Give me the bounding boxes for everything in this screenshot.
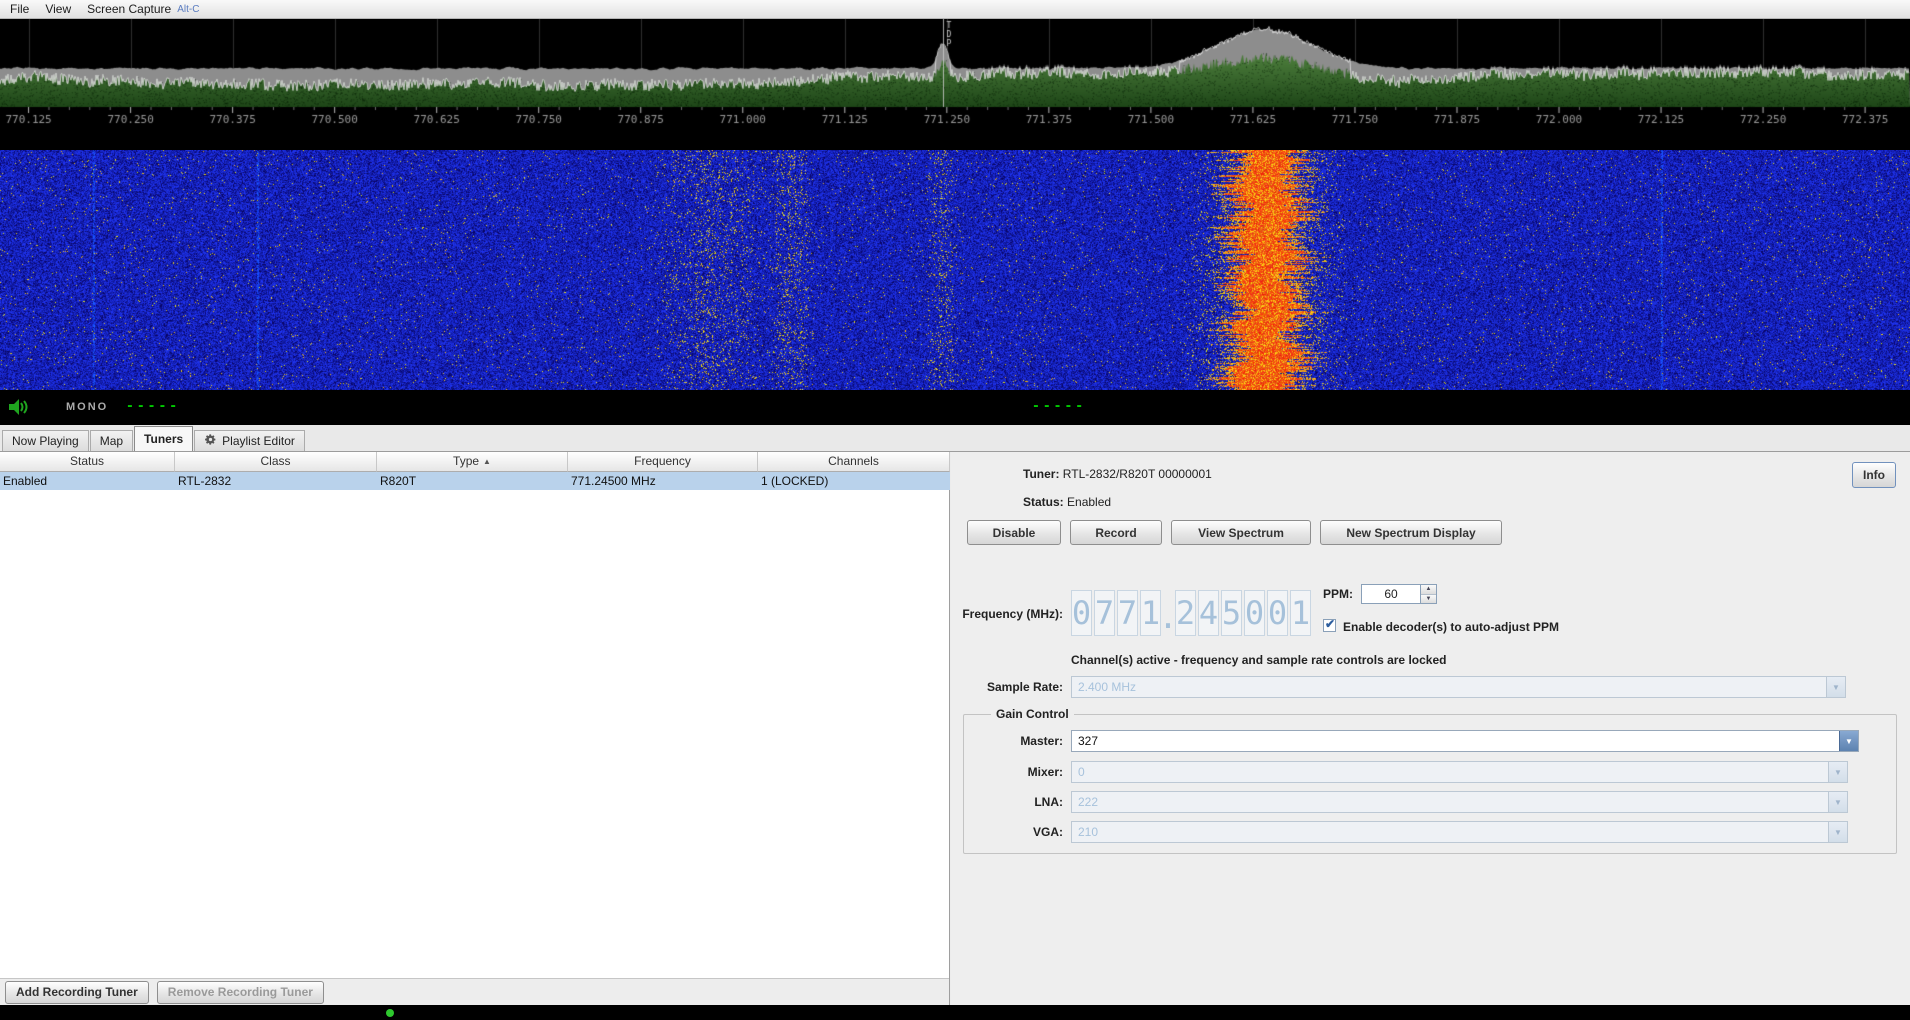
lna-gain-label: LNA: bbox=[1034, 795, 1063, 809]
vga-gain-combo[interactable]: 210 ▼ bbox=[1071, 821, 1848, 843]
vga-gain-value: 210 bbox=[1078, 825, 1099, 839]
tab-now-playing[interactable]: Now Playing bbox=[2, 430, 89, 451]
tuner-status-line: Status: Enabled bbox=[1023, 495, 1111, 509]
checkmark-icon: ✔ bbox=[1325, 617, 1336, 631]
gain-control-group-label: Gain Control bbox=[991, 707, 1074, 721]
audio-meter-right: ----- bbox=[1032, 399, 1087, 414]
auto-adjust-ppm-label: Enable decoder(s) to auto-adjust PPM bbox=[1343, 620, 1560, 634]
ppm-spinner[interactable]: 60 ▲ ▼ bbox=[1361, 584, 1437, 604]
main-tab-bar: Now Playing Map Tuners Playlist Editor bbox=[0, 425, 1910, 452]
ppm-label: PPM: bbox=[1323, 587, 1353, 601]
audio-status-bar: MONO ----- ----- bbox=[0, 390, 1910, 425]
vga-gain-label: VGA: bbox=[1033, 825, 1063, 839]
tab-playlist-editor[interactable]: Playlist Editor bbox=[194, 430, 305, 451]
lna-gain-value: 222 bbox=[1078, 795, 1099, 809]
menu-screen-capture[interactable]: Screen Capture Alt-C bbox=[79, 1, 207, 17]
tab-playlist-editor-label: Playlist Editor bbox=[222, 434, 295, 448]
chevron-down-icon[interactable]: ▼ bbox=[1828, 822, 1847, 842]
mixer-gain-combo[interactable]: 0 ▼ bbox=[1071, 761, 1848, 783]
column-header-type[interactable]: Type ▲ bbox=[377, 452, 568, 472]
recording-tuner-button-bar: Add Recording Tuner Remove Recording Tun… bbox=[0, 978, 949, 1005]
audio-meter-left: ----- bbox=[126, 399, 181, 414]
frequency-decimal-point: . bbox=[1158, 598, 1178, 636]
waterfall-display[interactable] bbox=[0, 150, 1910, 390]
taskbar bbox=[0, 1005, 1910, 1020]
new-spectrum-display-button[interactable]: New Spectrum Display bbox=[1320, 520, 1502, 545]
locked-message: Channel(s) active - frequency and sample… bbox=[1071, 653, 1447, 667]
frequency-digit[interactable]: 2 bbox=[1175, 590, 1196, 636]
cell-type: R820T bbox=[380, 474, 417, 488]
frequency-digit[interactable]: 5 bbox=[1221, 590, 1242, 636]
menu-file[interactable]: File bbox=[2, 1, 37, 17]
frequency-digit-control: 0 7 7 1 . 2 4 5 0 0 1 bbox=[1071, 590, 1311, 638]
tuner-table-header: Status Class Type ▲ Frequency Channels bbox=[0, 452, 950, 472]
ppm-spinner-buttons: ▲ ▼ bbox=[1421, 584, 1437, 604]
tuner-label: Tuner: bbox=[1023, 467, 1060, 481]
ppm-value[interactable]: 60 bbox=[1361, 584, 1421, 604]
spinner-down-icon[interactable]: ▼ bbox=[1421, 594, 1436, 603]
tuner-list-panel: Status Class Type ▲ Frequency Channels E… bbox=[0, 452, 950, 1005]
menu-view[interactable]: View bbox=[37, 1, 79, 17]
menu-screen-capture-label: Screen Capture bbox=[87, 2, 172, 16]
waterfall-empty-region bbox=[0, 126, 1910, 150]
speaker-icon[interactable] bbox=[8, 398, 30, 421]
tuner-value: RTL-2832/R820T 00000001 bbox=[1062, 467, 1212, 481]
chevron-down-icon[interactable]: ▼ bbox=[1826, 677, 1845, 697]
disable-button[interactable]: Disable bbox=[967, 520, 1061, 545]
audio-channel-mode: MONO bbox=[66, 401, 109, 413]
column-header-channels[interactable]: Channels bbox=[758, 452, 950, 472]
gear-icon bbox=[204, 433, 217, 449]
status-value: Enabled bbox=[1067, 495, 1112, 509]
view-spectrum-button[interactable]: View Spectrum bbox=[1171, 520, 1311, 545]
spectrum-display[interactable] bbox=[0, 19, 1910, 126]
cell-class: RTL-2832 bbox=[178, 474, 232, 488]
menu-screen-capture-shortcut: Alt-C bbox=[177, 3, 200, 15]
sample-rate-label: Sample Rate: bbox=[986, 680, 1063, 694]
remove-recording-tuner-button[interactable]: Remove Recording Tuner bbox=[156, 980, 324, 1004]
master-gain-combo[interactable]: 327 ▼ bbox=[1071, 730, 1859, 752]
sample-rate-value: 2.400 MHz bbox=[1078, 680, 1137, 694]
chevron-down-icon[interactable]: ▼ bbox=[1839, 731, 1858, 751]
chevron-down-icon[interactable]: ▼ bbox=[1828, 762, 1847, 782]
cell-frequency: 771.24500 MHz bbox=[571, 474, 656, 488]
auto-adjust-ppm-checkbox[interactable]: ✔ bbox=[1323, 617, 1336, 632]
frequency-label: Frequency (MHz): bbox=[962, 607, 1063, 621]
frequency-digit[interactable]: 0 bbox=[1071, 590, 1092, 636]
record-button[interactable]: Record bbox=[1070, 520, 1162, 545]
cell-channels: 1 (LOCKED) bbox=[761, 474, 829, 488]
tab-map[interactable]: Map bbox=[89, 430, 134, 451]
frequency-digit[interactable]: 7 bbox=[1117, 590, 1138, 636]
column-header-class[interactable]: Class bbox=[175, 452, 377, 472]
taskbar-status-dot bbox=[386, 1009, 394, 1017]
tuners-tab-content: Status Class Type ▲ Frequency Channels E… bbox=[0, 452, 1910, 1005]
add-recording-tuner-button[interactable]: Add Recording Tuner bbox=[5, 980, 149, 1004]
frequency-digit[interactable]: 7 bbox=[1094, 590, 1115, 636]
mixer-gain-label: Mixer: bbox=[1027, 765, 1063, 779]
status-label: Status: bbox=[1023, 495, 1064, 509]
chevron-down-icon[interactable]: ▼ bbox=[1828, 792, 1847, 812]
column-header-frequency[interactable]: Frequency bbox=[568, 452, 758, 472]
sample-rate-combo[interactable]: 2.400 MHz ▼ bbox=[1071, 676, 1846, 698]
sort-ascending-icon: ▲ bbox=[483, 457, 491, 466]
lna-gain-combo[interactable]: 222 ▼ bbox=[1071, 791, 1848, 813]
frequency-digit[interactable]: 0 bbox=[1267, 590, 1288, 636]
tuner-detail-panel: Tuner: RTL-2832/R820T 00000001 Info Stat… bbox=[951, 452, 1910, 1005]
tuner-action-buttons: Disable Record View Spectrum New Spectru… bbox=[967, 520, 1502, 545]
tuner-table-row-selected[interactable]: Enabled RTL-2832 R820T 771.24500 MHz 1 (… bbox=[0, 472, 950, 490]
spinner-up-icon[interactable]: ▲ bbox=[1421, 585, 1436, 595]
column-header-type-label: Type bbox=[453, 454, 480, 468]
column-header-status[interactable]: Status bbox=[0, 452, 175, 472]
tab-tuners[interactable]: Tuners bbox=[134, 426, 194, 451]
menu-bar: File View Screen Capture Alt-C bbox=[0, 0, 1910, 19]
info-button[interactable]: Info bbox=[1852, 462, 1896, 488]
master-gain-label: Master: bbox=[1020, 734, 1063, 748]
frequency-digit[interactable]: 1 bbox=[1290, 590, 1311, 636]
sdr-application-window: File View Screen Capture Alt-C MONO ----… bbox=[0, 0, 1910, 1020]
frequency-digit[interactable]: 4 bbox=[1198, 590, 1219, 636]
tuner-identity-line: Tuner: RTL-2832/R820T 00000001 bbox=[1023, 467, 1212, 481]
master-gain-value: 327 bbox=[1078, 734, 1099, 748]
cell-status: Enabled bbox=[3, 474, 48, 488]
mixer-gain-value: 0 bbox=[1078, 765, 1085, 779]
frequency-digit[interactable]: 0 bbox=[1244, 590, 1265, 636]
